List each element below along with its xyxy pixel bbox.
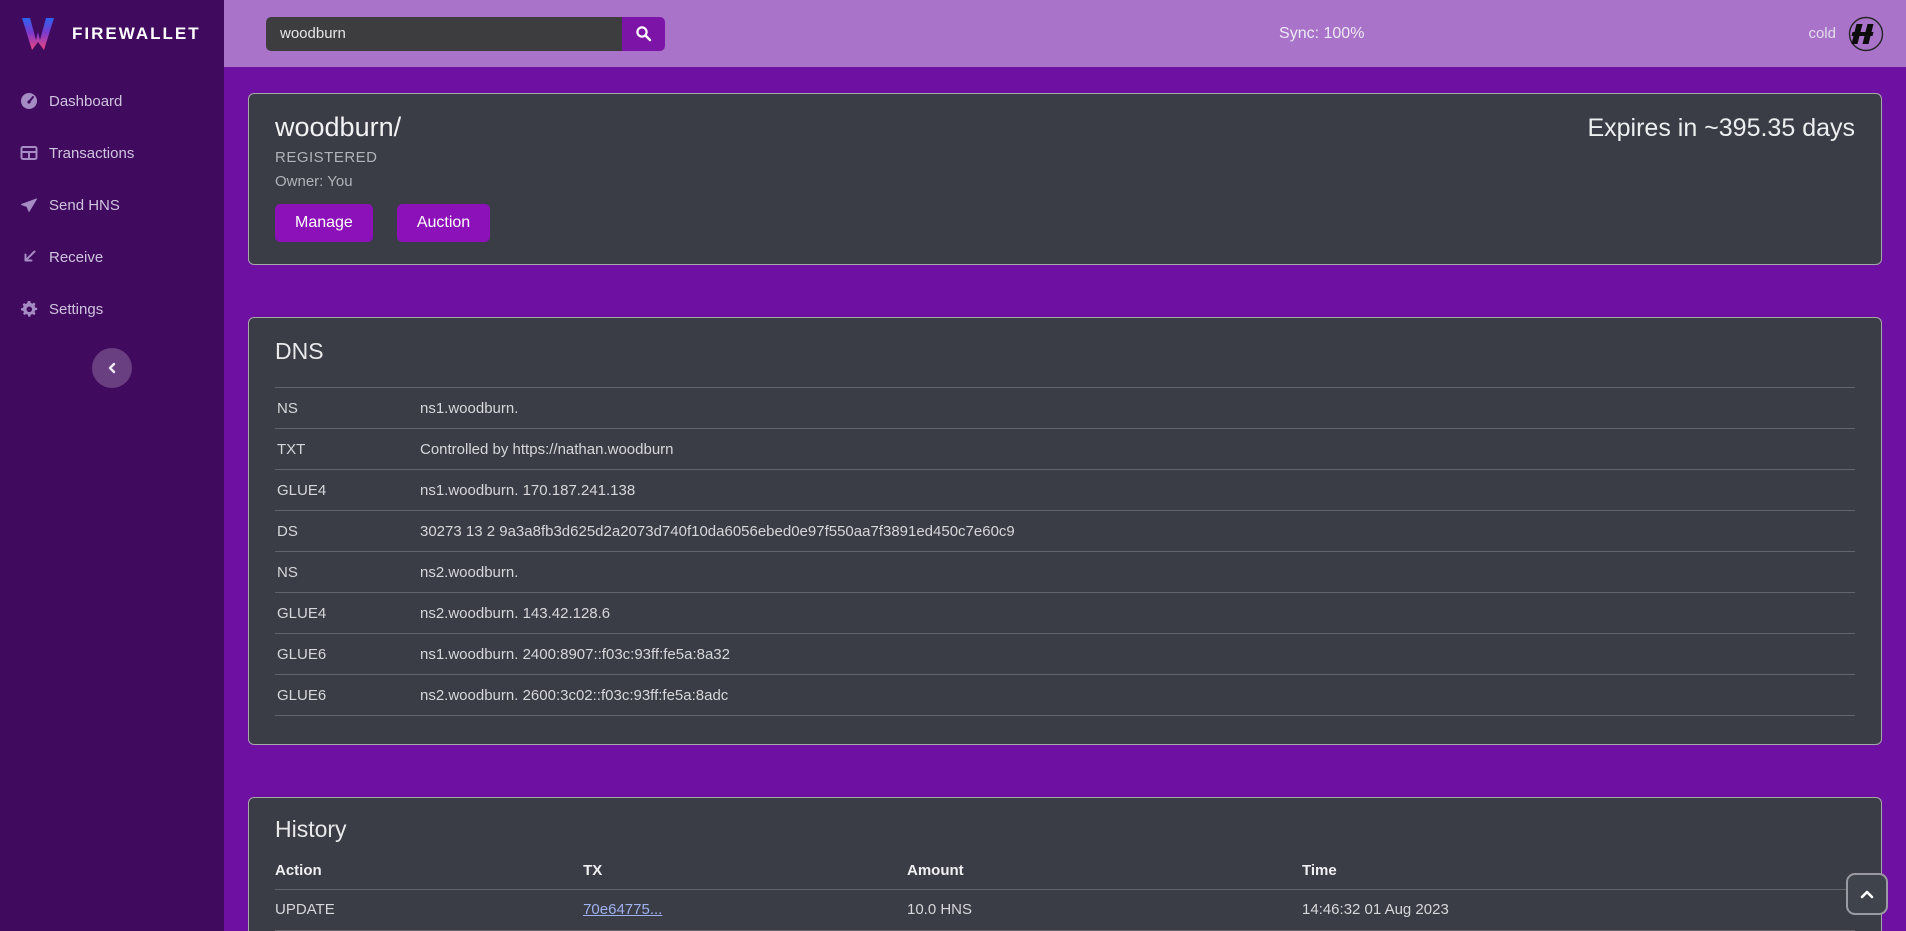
history-table: Action TX Amount Time UPDATE 70e64775...… bbox=[275, 853, 1855, 931]
firewallet-app: FIREWALLET Dashboard Transactions Send H… bbox=[0, 0, 1906, 931]
sidebar-item-receive[interactable]: Receive bbox=[0, 231, 224, 283]
sync-status: Sync: 100% bbox=[665, 25, 1808, 43]
dashboard-gauge-icon bbox=[20, 92, 38, 110]
history-card: History Action TX Amount Time UPDATE bbox=[248, 797, 1882, 931]
dns-record-row: GLUE4 ns1.woodburn. 170.187.241.138 bbox=[275, 470, 1855, 511]
history-header-row: Action TX Amount Time bbox=[275, 853, 1855, 889]
history-card-title: History bbox=[249, 816, 1881, 843]
sidebar-item-label: Dashboard bbox=[49, 93, 122, 110]
auction-button[interactable]: Auction bbox=[397, 204, 490, 242]
history-col-action: Action bbox=[275, 853, 583, 889]
dns-record-type: NS bbox=[275, 388, 420, 429]
chevron-left-icon bbox=[106, 362, 118, 374]
dns-record-value: ns1.woodburn. 170.187.241.138 bbox=[420, 470, 1855, 511]
dns-record-type: DS bbox=[275, 511, 420, 552]
history-col-time: Time bbox=[1302, 853, 1855, 889]
domain-owner: Owner: You bbox=[275, 173, 1855, 190]
dns-record-value: ns1.woodburn. bbox=[420, 388, 1855, 429]
firewallet-logo bbox=[16, 12, 60, 56]
sidebar-item-label: Settings bbox=[49, 301, 103, 318]
dns-record-row: GLUE6 ns1.woodburn. 2400:8907::f03c:93ff… bbox=[275, 634, 1855, 675]
scroll-to-top-button[interactable] bbox=[1846, 873, 1888, 915]
main-column: Sync: 100% cold bbox=[224, 0, 1906, 931]
dns-card-title: DNS bbox=[275, 338, 1855, 365]
history-row: UPDATE 70e64775... 10.0 HNS 14:46:32 01 … bbox=[275, 889, 1855, 930]
domain-card: woodburn/ REGISTERED Owner: You Manage A… bbox=[248, 93, 1882, 265]
history-time: 14:46:32 01 Aug 2023 bbox=[1302, 889, 1855, 930]
dns-record-value: ns2.woodburn. bbox=[420, 552, 1855, 593]
sidebar-item-label: Receive bbox=[49, 249, 103, 266]
topbar: Sync: 100% cold bbox=[224, 0, 1906, 67]
search-input[interactable] bbox=[266, 17, 622, 51]
dns-record-type: NS bbox=[275, 552, 420, 593]
dns-record-row: GLUE6 ns2.woodburn. 2600:3c02::f03c:93ff… bbox=[275, 675, 1855, 716]
chevron-up-icon bbox=[1860, 889, 1874, 899]
dns-record-row: NS ns2.woodburn. bbox=[275, 552, 1855, 593]
dns-record-row: GLUE4 ns2.woodburn. 143.42.128.6 bbox=[275, 593, 1855, 634]
history-col-tx: TX bbox=[583, 853, 907, 889]
dns-record-value: ns2.woodburn. 2600:3c02::f03c:93ff:fe5a:… bbox=[420, 675, 1855, 716]
history-amount: 10.0 HNS bbox=[907, 889, 1302, 930]
sidebar-item-label: Send HNS bbox=[49, 197, 120, 214]
content-area: woodburn/ REGISTERED Owner: You Manage A… bbox=[224, 67, 1906, 931]
dns-record-type: GLUE4 bbox=[275, 593, 420, 634]
dns-record-value: ns2.woodburn. 143.42.128.6 bbox=[420, 593, 1855, 634]
search-button[interactable] bbox=[622, 17, 665, 51]
dns-record-value: Controlled by https://nathan.woodburn bbox=[420, 429, 1855, 470]
sidebar-item-settings[interactable]: Settings bbox=[0, 283, 224, 335]
dns-table: NS ns1.woodburn. TXT Controlled by https… bbox=[275, 387, 1855, 716]
dns-record-type: GLUE6 bbox=[275, 634, 420, 675]
dns-card: DNS NS ns1.woodburn. TXT Controlled by h… bbox=[248, 317, 1882, 745]
domain-status: REGISTERED bbox=[275, 149, 1855, 166]
dns-record-type: TXT bbox=[275, 429, 420, 470]
dns-record-type: GLUE6 bbox=[275, 675, 420, 716]
manage-button[interactable]: Manage bbox=[275, 204, 373, 242]
brand: FIREWALLET bbox=[0, 0, 224, 67]
gear-icon bbox=[20, 300, 38, 318]
sidebar: FIREWALLET Dashboard Transactions Send H… bbox=[0, 0, 224, 931]
domain-actions: Manage Auction bbox=[275, 204, 1855, 242]
dns-record-row: NS ns1.woodburn. bbox=[275, 388, 1855, 429]
domain-expiry: Expires in ~395.35 days bbox=[1587, 114, 1855, 143]
dns-record-row: TXT Controlled by https://nathan.woodbur… bbox=[275, 429, 1855, 470]
sidebar-item-label: Transactions bbox=[49, 145, 134, 162]
dns-record-value: 30273 13 2 9a3a8fb3d625d2a2073d740f10da6… bbox=[420, 511, 1855, 552]
sidebar-item-dashboard[interactable]: Dashboard bbox=[0, 75, 224, 127]
tx-link[interactable]: 70e64775... bbox=[583, 901, 662, 918]
dns-record-value: ns1.woodburn. 2400:8907::f03c:93ff:fe5a:… bbox=[420, 634, 1855, 675]
sidebar-collapse-button[interactable] bbox=[92, 348, 132, 388]
wallet-zone[interactable]: cold bbox=[1808, 16, 1884, 52]
history-col-amount: Amount bbox=[907, 853, 1302, 889]
transactions-table-icon bbox=[20, 144, 38, 162]
sidebar-nav: Dashboard Transactions Send HNS Receive bbox=[0, 67, 224, 335]
search-icon bbox=[635, 25, 652, 42]
app-title: FIREWALLET bbox=[72, 24, 201, 44]
handshake-logo-icon bbox=[1848, 16, 1884, 52]
wallet-name: cold bbox=[1808, 25, 1836, 42]
dns-record-type: GLUE4 bbox=[275, 470, 420, 511]
send-plane-icon bbox=[20, 196, 38, 214]
receive-arrow-icon bbox=[20, 248, 38, 266]
dns-record-row: DS 30273 13 2 9a3a8fb3d625d2a2073d740f10… bbox=[275, 511, 1855, 552]
search-group bbox=[266, 17, 665, 51]
history-action: UPDATE bbox=[275, 889, 583, 930]
sidebar-item-send-hns[interactable]: Send HNS bbox=[0, 179, 224, 231]
sidebar-item-transactions[interactable]: Transactions bbox=[0, 127, 224, 179]
